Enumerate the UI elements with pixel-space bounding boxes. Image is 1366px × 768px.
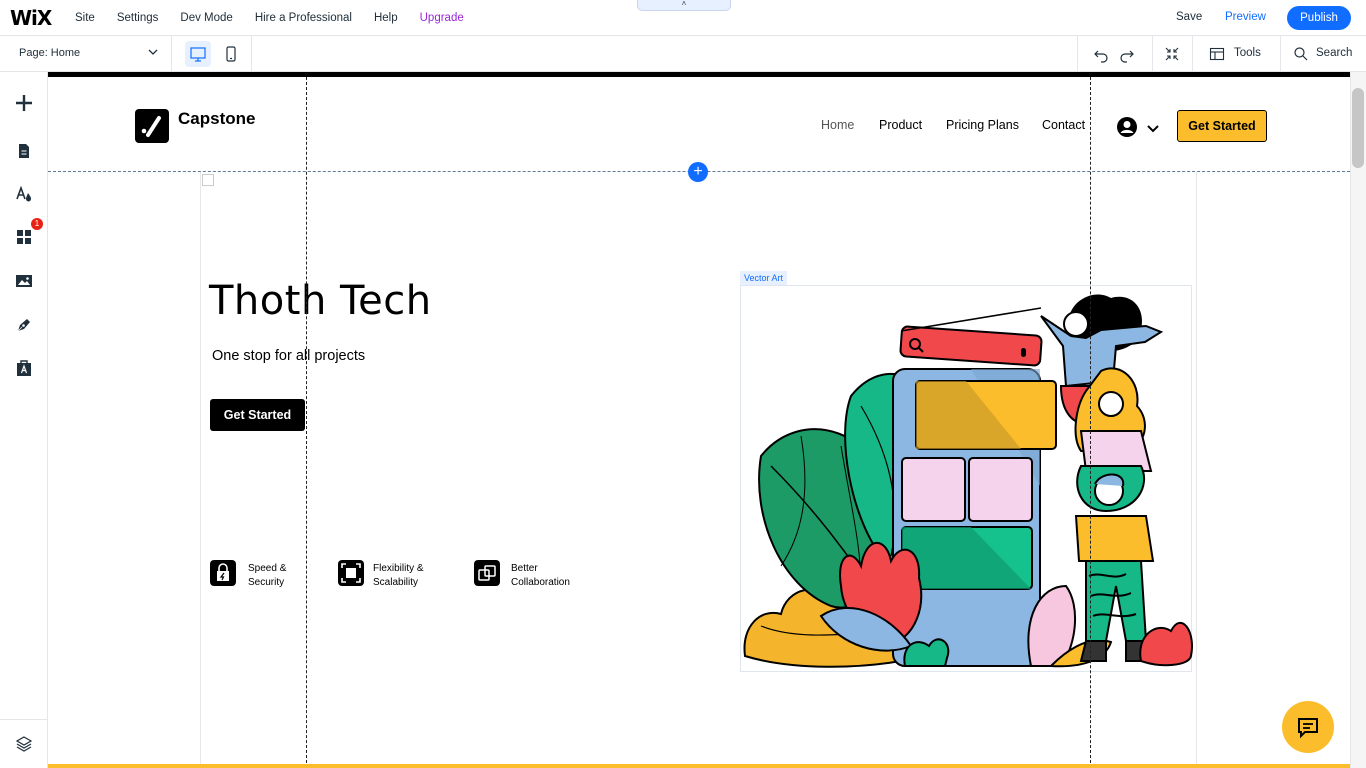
tools-button[interactable]: Tools xyxy=(1234,47,1261,59)
chevron-down-icon[interactable] xyxy=(1146,121,1160,135)
feature-line: Security xyxy=(248,577,285,588)
feature-line: Flexibility & xyxy=(373,563,424,574)
pages-icon[interactable] xyxy=(12,139,36,163)
editor-canvas[interactable]: Capstone Home Product Pricing Plans Cont… xyxy=(48,72,1350,768)
editor-sidebar: 1 xyxy=(0,72,48,768)
gridline-guide xyxy=(306,77,307,768)
undo-icon[interactable] xyxy=(1092,46,1110,64)
gridline-guide xyxy=(1090,77,1091,768)
brand-name[interactable]: Capstone xyxy=(178,109,255,129)
divider xyxy=(1152,36,1153,72)
divider xyxy=(1077,36,1078,72)
business-icon[interactable] xyxy=(12,356,36,380)
chat-icon xyxy=(1298,718,1318,739)
broken-image-icon xyxy=(202,174,214,186)
redo-icon[interactable] xyxy=(1118,46,1136,64)
desktop-view-button[interactable] xyxy=(185,41,211,67)
feature-line: Better xyxy=(511,563,538,574)
editor-subbar: Page: Home Tools Search xyxy=(0,36,1366,72)
editor-topbar: WiX Site Settings Dev Mode Hire a Profes… xyxy=(0,0,1366,36)
nav-product[interactable]: Product xyxy=(879,118,922,132)
nav-pricing-plans[interactable]: Pricing Plans xyxy=(946,118,1019,132)
header-get-started-button[interactable]: Get Started xyxy=(1177,110,1267,142)
canvas-scrollbar[interactable] xyxy=(1350,72,1366,768)
search-button[interactable]: Search xyxy=(1316,47,1352,59)
add-section-button[interactable]: + xyxy=(688,162,708,182)
feature-speed-security: Speed & Security xyxy=(248,562,328,590)
hero-title[interactable]: Thoth Tech xyxy=(209,278,432,324)
menu-site[interactable]: Site xyxy=(75,12,95,24)
feature-line: Collaboration xyxy=(511,577,570,588)
vector-art-illustration[interactable] xyxy=(740,285,1193,672)
feature-line: Scalability xyxy=(373,577,419,588)
blog-pen-icon[interactable] xyxy=(12,313,36,337)
menu-dev-mode[interactable]: Dev Mode xyxy=(180,12,232,24)
search-icon[interactable] xyxy=(1293,46,1309,62)
feature-better-collaboration: Better Collaboration xyxy=(511,562,591,590)
publish-button[interactable]: Publish xyxy=(1287,6,1351,30)
tools-icon[interactable] xyxy=(1209,46,1225,62)
expand-icon xyxy=(338,560,364,586)
desktop-icon xyxy=(190,47,206,62)
vector-art-label: Vector Art xyxy=(740,271,788,285)
mobile-icon xyxy=(226,46,236,62)
hero-get-started-button[interactable]: Get Started xyxy=(210,399,305,431)
apps-notification-badge: 1 xyxy=(31,218,43,230)
menu-upgrade[interactable]: Upgrade xyxy=(420,12,464,24)
people-phone-illustration xyxy=(743,294,1193,668)
feature-line: Speed & xyxy=(248,563,287,574)
nav-home[interactable]: Home xyxy=(821,118,854,132)
section-bottom-edge xyxy=(48,764,1350,768)
feature-flexibility-scalability: Flexibility & Scalability xyxy=(373,562,453,590)
scrollbar-thumb[interactable] xyxy=(1352,88,1364,168)
media-icon[interactable] xyxy=(12,269,36,293)
brand-logo-icon[interactable] xyxy=(135,109,169,143)
menu-help[interactable]: Help xyxy=(374,12,398,24)
divider xyxy=(251,36,252,72)
wix-logo[interactable]: WiX xyxy=(10,6,52,30)
add-elements-icon[interactable] xyxy=(12,91,36,115)
lock-icon xyxy=(210,560,236,586)
divider xyxy=(1280,36,1281,72)
menu-hire-professional[interactable]: Hire a Professional xyxy=(255,12,352,24)
page-selector-label: Page: Home xyxy=(19,47,81,59)
layers-icon[interactable] xyxy=(12,732,36,756)
chat-button[interactable] xyxy=(1282,701,1334,753)
zoom-out-icon[interactable] xyxy=(1163,45,1181,63)
divider xyxy=(1192,36,1193,72)
hero-subtitle[interactable]: One stop for all projects xyxy=(212,348,365,364)
mobile-view-button[interactable] xyxy=(218,41,244,67)
divider xyxy=(0,719,48,720)
design-icon[interactable] xyxy=(12,182,36,206)
save-button[interactable]: Save xyxy=(1176,11,1202,23)
canvas-top-strip xyxy=(48,72,1350,77)
collapse-handle[interactable]: ˄ xyxy=(637,0,731,11)
menu-settings[interactable]: Settings xyxy=(117,12,159,24)
page-selector[interactable]: Page: Home xyxy=(0,36,172,72)
user-avatar-icon[interactable] xyxy=(1116,116,1138,138)
top-menu: Site Settings Dev Mode Hire a Profession… xyxy=(75,0,486,36)
collaboration-icon xyxy=(474,560,500,586)
chevron-down-icon xyxy=(147,46,159,61)
nav-contact[interactable]: Contact xyxy=(1042,118,1085,132)
preview-button[interactable]: Preview xyxy=(1225,11,1266,23)
